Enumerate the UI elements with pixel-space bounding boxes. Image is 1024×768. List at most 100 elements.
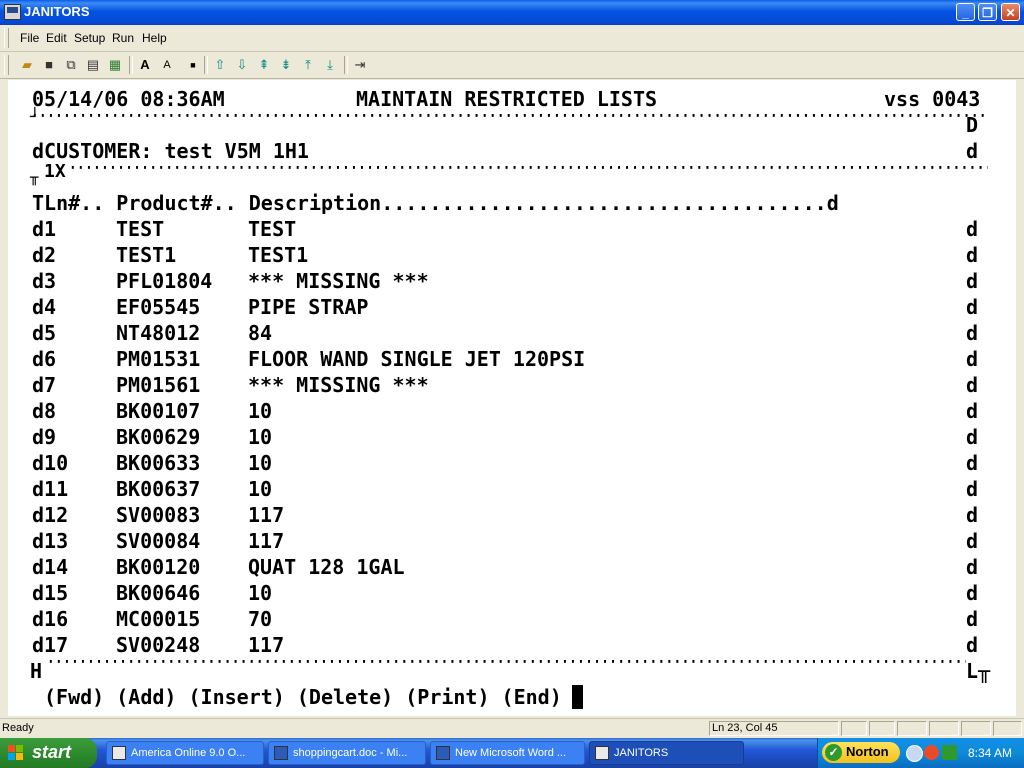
top-border: ''''''''''''''''''''''''''''''''''''''''… [30, 114, 988, 126]
row-end-marker: d [966, 633, 979, 657]
font-size-increase-icon[interactable]: A [136, 56, 154, 74]
toolbar-grip[interactable] [4, 55, 9, 75]
row-description: TEST [248, 217, 297, 241]
row-line-number: d4 [32, 295, 57, 319]
minimize-button[interactable]: _ [956, 3, 975, 21]
open-icon[interactable]: ▰ [18, 56, 36, 74]
section-label: 1X [44, 161, 66, 182]
row-line-number: d6 [32, 347, 57, 371]
row-product: SV00248 [116, 633, 201, 657]
small-dot-icon[interactable]: ■ [184, 56, 202, 74]
row-line-number: d3 [32, 269, 57, 293]
print-screen-icon[interactable]: ▦ [106, 56, 124, 74]
row-line-number: d1 [32, 217, 57, 241]
section-glyph: ╥ [30, 170, 39, 186]
save-icon[interactable]: ■ [40, 56, 58, 74]
row-product: SV00083 [116, 503, 201, 527]
arrow-down-icon[interactable]: ⇩ [233, 56, 251, 74]
row-end-marker: d [966, 451, 979, 475]
status-cell [841, 721, 867, 736]
row-product: BK00637 [116, 477, 201, 501]
row-end-marker: d [966, 217, 979, 241]
start-button[interactable]: start [0, 738, 97, 768]
bottom-icon[interactable]: ⤓ [321, 56, 339, 74]
task-aol[interactable]: America Online 9.0 O... [106, 741, 264, 765]
row-line-number: d8 [32, 399, 57, 423]
menu-grip[interactable] [4, 28, 9, 48]
task-janitors[interactable]: JANITORS [589, 741, 744, 765]
row-end-marker: d [966, 269, 979, 293]
top-right-glyph: D [966, 113, 979, 137]
title-bar[interactable]: JANITORS _ ❐ ✕ [0, 0, 1024, 25]
tray-arrow-icon[interactable] [906, 745, 923, 762]
row-description: FLOOR WAND SINGLE JET 120PSI [248, 347, 586, 371]
norton-button[interactable]: ✓ Norton [822, 742, 900, 763]
terminal-icon [595, 746, 609, 760]
arrow-up-icon[interactable]: ⇧ [211, 56, 229, 74]
text-cursor [572, 685, 583, 709]
command-bar[interactable]: (Fwd) (Add) (Insert) (Delete) (Print) (E… [44, 684, 562, 710]
menu-edit[interactable]: Edit [46, 31, 67, 45]
row-line-number: d15 [32, 581, 69, 605]
row-end-marker: d [966, 607, 979, 631]
bottom-left-glyph: H [30, 659, 43, 683]
row-product: BK00629 [116, 425, 201, 449]
row-description: 10 [248, 477, 273, 501]
row-end-marker: d [966, 529, 979, 553]
status-bar: Ready Ln 23, Col 45 [0, 718, 1024, 739]
top-icon[interactable]: ⤒ [299, 56, 317, 74]
font-size-decrease-icon[interactable]: A [158, 56, 176, 74]
status-position: Ln 23, Col 45 [712, 722, 778, 734]
start-label: start [32, 742, 72, 762]
tray-app-icon[interactable] [924, 745, 939, 760]
row-line-number: d10 [32, 451, 69, 475]
menu-setup[interactable]: Setup [74, 31, 105, 45]
row-product: BK00107 [116, 399, 201, 423]
screen-title: MAINTAIN RESTRICTED LISTS [356, 87, 658, 111]
section-border: ''''''''''''''''''''''''''''''''''''''''… [68, 166, 988, 178]
bottom-border: ''''''''''''''''''''''''''''''''''''''''… [46, 660, 966, 672]
row-description: 10 [248, 425, 273, 449]
row-description: 117 [248, 503, 285, 527]
row-end-marker: d [966, 399, 979, 423]
bottom-right-glyph: L╥ [966, 659, 991, 683]
row-line-number: d14 [32, 555, 69, 579]
row-description: *** MISSING *** [248, 269, 429, 293]
menu-file[interactable]: File [20, 31, 39, 45]
row-end-marker: d [966, 373, 979, 397]
window-title: JANITORS [24, 4, 90, 19]
row-end-marker: d [966, 347, 979, 371]
task-shoppingcart[interactable]: shoppingcart.doc - Mi... [268, 741, 426, 765]
task-new-word[interactable]: New Microsoft Word ... [430, 741, 585, 765]
customer-line: dCUSTOMER: test V5M 1H1 [32, 139, 309, 163]
row-line-number: d17 [32, 633, 69, 657]
row-product: TEST1 [116, 243, 177, 267]
menu-bar: File Edit Setup Run Help [0, 25, 1024, 52]
menu-run[interactable]: Run [112, 31, 134, 45]
app-icon[interactable] [4, 4, 21, 20]
row-line-number: d5 [32, 321, 57, 345]
toolbar: ▰ ■ ⧉ ▤ ▦ A A ■ ⇧ ⇩ ⇞ ⇟ ⤒ ⤓ ⇥ [0, 52, 1024, 79]
row-description: 84 [248, 321, 273, 345]
status-position-cell: Ln 23, Col 45 [709, 721, 839, 736]
tray-antivirus-icon[interactable] [942, 745, 957, 760]
row-product: PFL01804 [116, 269, 213, 293]
row-line-number: d12 [32, 503, 69, 527]
row-description: QUAT 128 1GAL [248, 555, 405, 579]
word-icon [436, 746, 450, 760]
menu-help[interactable]: Help [142, 31, 167, 45]
task-label: shoppingcart.doc - Mi... [293, 747, 408, 759]
row-end-marker: d [966, 581, 979, 605]
row-description: 117 [248, 633, 285, 657]
close-button[interactable]: ✕ [1001, 3, 1020, 21]
row-description: 10 [248, 581, 273, 605]
clock: 8:34 AM [968, 746, 1013, 760]
page-up-icon[interactable]: ⇞ [255, 56, 273, 74]
page-down-icon[interactable]: ⇟ [277, 56, 295, 74]
row-description: PIPE STRAP [248, 295, 369, 319]
restore-button[interactable]: ❐ [978, 3, 997, 21]
send-icon[interactable]: ⇥ [351, 56, 369, 74]
toolbar-separator [204, 56, 208, 74]
copy-icon[interactable]: ⧉ [62, 56, 80, 74]
paste-icon[interactable]: ▤ [84, 56, 102, 74]
